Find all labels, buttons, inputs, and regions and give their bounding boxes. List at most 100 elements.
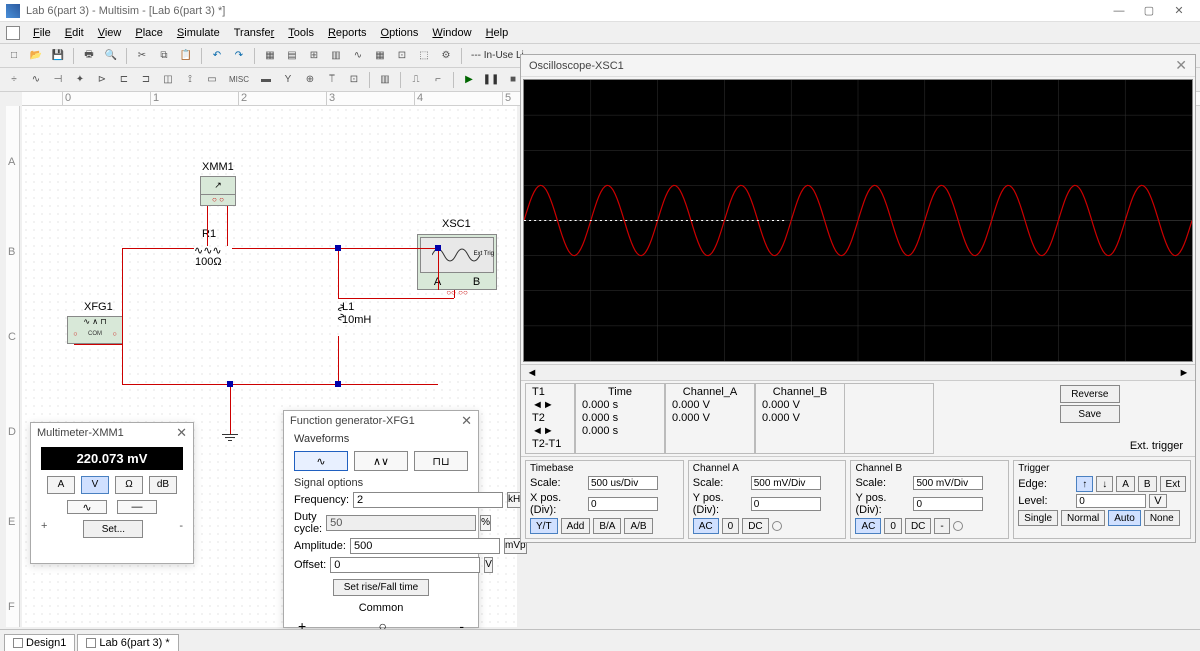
edge-b[interactable]: B [1138,476,1157,492]
offset-input[interactable] [330,557,480,573]
menu-place[interactable]: Place [128,27,170,39]
amp-input[interactable] [350,538,500,554]
cha-probe[interactable] [772,521,782,531]
edge-rise[interactable]: ↑ [1076,476,1093,492]
chb-ac[interactable]: AC [855,518,881,534]
menu-reports[interactable]: Reports [321,27,374,39]
tool-icon[interactable]: ▥ [326,47,346,65]
save-button[interactable]: Save [1060,405,1120,423]
multimeter-panel[interactable]: Multimeter-XMM1✕ 220.073 mV A V Ω dB ∿ —… [30,422,194,564]
mm-dc-icon[interactable]: — [117,500,157,514]
open-icon[interactable]: 📂 [26,47,46,65]
multimeter-instrument[interactable]: ↗ ○ ○ [200,176,236,206]
cha-ac[interactable]: AC [693,518,719,534]
redo-icon[interactable]: ↷ [229,47,249,65]
trig-single[interactable]: Single [1018,510,1058,526]
comp-icon[interactable]: ⌐ [428,71,448,89]
comp-icon[interactable]: ⟟ [180,71,200,89]
tool-icon[interactable]: ∿ [348,47,368,65]
comp-icon[interactable]: ÷ [4,71,24,89]
scope-instrument[interactable]: Ext Trig AB ○○ ○○ [417,234,497,290]
menu-simulate[interactable]: Simulate [170,27,227,39]
menu-transfer[interactable]: Transfer [227,27,282,39]
chb-0[interactable]: 0 [884,518,902,534]
comp-icon[interactable]: ⊐ [136,71,156,89]
paste-icon[interactable]: 📋 [176,47,196,65]
mm-btn-a[interactable]: A [47,476,75,494]
edge-ext[interactable]: Ext [1160,476,1186,492]
wave-sine-icon[interactable]: ∿ [294,451,348,471]
wave-tri-icon[interactable]: ∧∨ [354,451,408,471]
tab-design1[interactable]: Design1 [4,634,75,651]
menu-help[interactable]: Help [479,27,516,39]
menu-tools[interactable]: Tools [281,27,321,39]
trig-level[interactable] [1076,494,1146,508]
close-icon[interactable]: ✕ [461,413,472,429]
comp-icon[interactable]: ⟙ [322,71,342,89]
freq-input[interactable] [353,492,503,508]
chb-inv[interactable]: - [934,518,949,534]
comp-icon[interactable]: ▬ [256,71,276,89]
comp-icon[interactable]: ⊏ [114,71,134,89]
comp-icon[interactable]: ∿ [26,71,46,89]
yt-button[interactable]: Y/T [530,518,558,534]
cha-dc[interactable]: DC [742,518,768,534]
comp-icon[interactable]: ⊳ [92,71,112,89]
funcgen-instrument[interactable]: ∿ ∧ ⊓ ○ COM ○ [67,316,123,344]
add-button[interactable]: Add [561,518,591,534]
tool-icon[interactable]: ⊡ [392,47,412,65]
ba-button[interactable]: B/A [593,518,621,534]
print-icon[interactable]: 🖶 [79,47,99,65]
pause-icon[interactable]: ❚❚ [481,71,501,89]
chb-probe[interactable] [953,521,963,531]
comp-icon[interactable]: ✦ [70,71,90,89]
close-icon[interactable]: ✕ [1175,57,1187,74]
tool-icon[interactable]: ⊞ [304,47,324,65]
mm-btn-v[interactable]: V [81,476,109,494]
ab-button[interactable]: A/B [624,518,652,534]
minimize-button[interactable]: — [1104,5,1134,17]
cha-scale[interactable] [751,476,821,490]
run-icon[interactable]: ▶ [459,71,479,89]
funcgen-panel[interactable]: Function generator-XFG1✕ Waveforms ∿ ∧∨ … [283,410,479,628]
mm-btn-db[interactable]: dB [149,476,177,494]
close-button[interactable]: ✕ [1164,4,1194,17]
scope-screen[interactable] [523,79,1193,362]
scope-hscroll[interactable]: ◄► [521,364,1195,380]
timebase-scale[interactable] [588,476,658,490]
trig-none[interactable]: None [1144,510,1180,526]
edge-a[interactable]: A [1116,476,1135,492]
comp-icon[interactable]: ⊣ [48,71,68,89]
oscilloscope-window[interactable]: Oscilloscope-XSC1✕ ◄► T1 ◄► T2 ◄► T2-T1 … [520,54,1196,543]
menu-edit[interactable]: Edit [58,27,91,39]
set-rise-fall-button[interactable]: Set rise/Fall time [333,579,429,596]
mm-ac-icon[interactable]: ∿ [67,500,107,514]
tool-icon[interactable]: ▤ [282,47,302,65]
comp-icon[interactable]: ⊕ [300,71,320,89]
tool-icon[interactable]: ▦ [370,47,390,65]
menu-file[interactable]: File [26,27,58,39]
chb-ypos[interactable] [913,497,983,511]
tool-icon[interactable]: ▦ [260,47,280,65]
chb-dc[interactable]: DC [905,518,931,534]
comp-icon[interactable]: Y [278,71,298,89]
save-icon[interactable]: 💾 [48,47,68,65]
wave-square-icon[interactable]: ⊓⊔ [414,451,468,471]
comp-icon[interactable]: ◫ [158,71,178,89]
comp-icon[interactable]: ▭ [202,71,222,89]
timebase-xpos[interactable] [588,497,658,511]
close-icon[interactable]: ✕ [176,425,187,441]
maximize-button[interactable]: ▢ [1134,4,1164,17]
cut-icon[interactable]: ✂ [132,47,152,65]
trig-normal[interactable]: Normal [1061,510,1105,526]
comp-icon[interactable]: ⎍ [406,71,426,89]
menu-view[interactable]: View [91,27,129,39]
copy-icon[interactable]: ⧉ [154,47,174,65]
comp-icon[interactable]: ▥ [375,71,395,89]
trig-auto[interactable]: Auto [1108,510,1141,526]
misc-label[interactable]: MISC [224,71,254,89]
preview-icon[interactable]: 🔍 [101,47,121,65]
chb-scale[interactable] [913,476,983,490]
menu-window[interactable]: Window [425,27,478,39]
duty-input[interactable] [326,515,476,531]
